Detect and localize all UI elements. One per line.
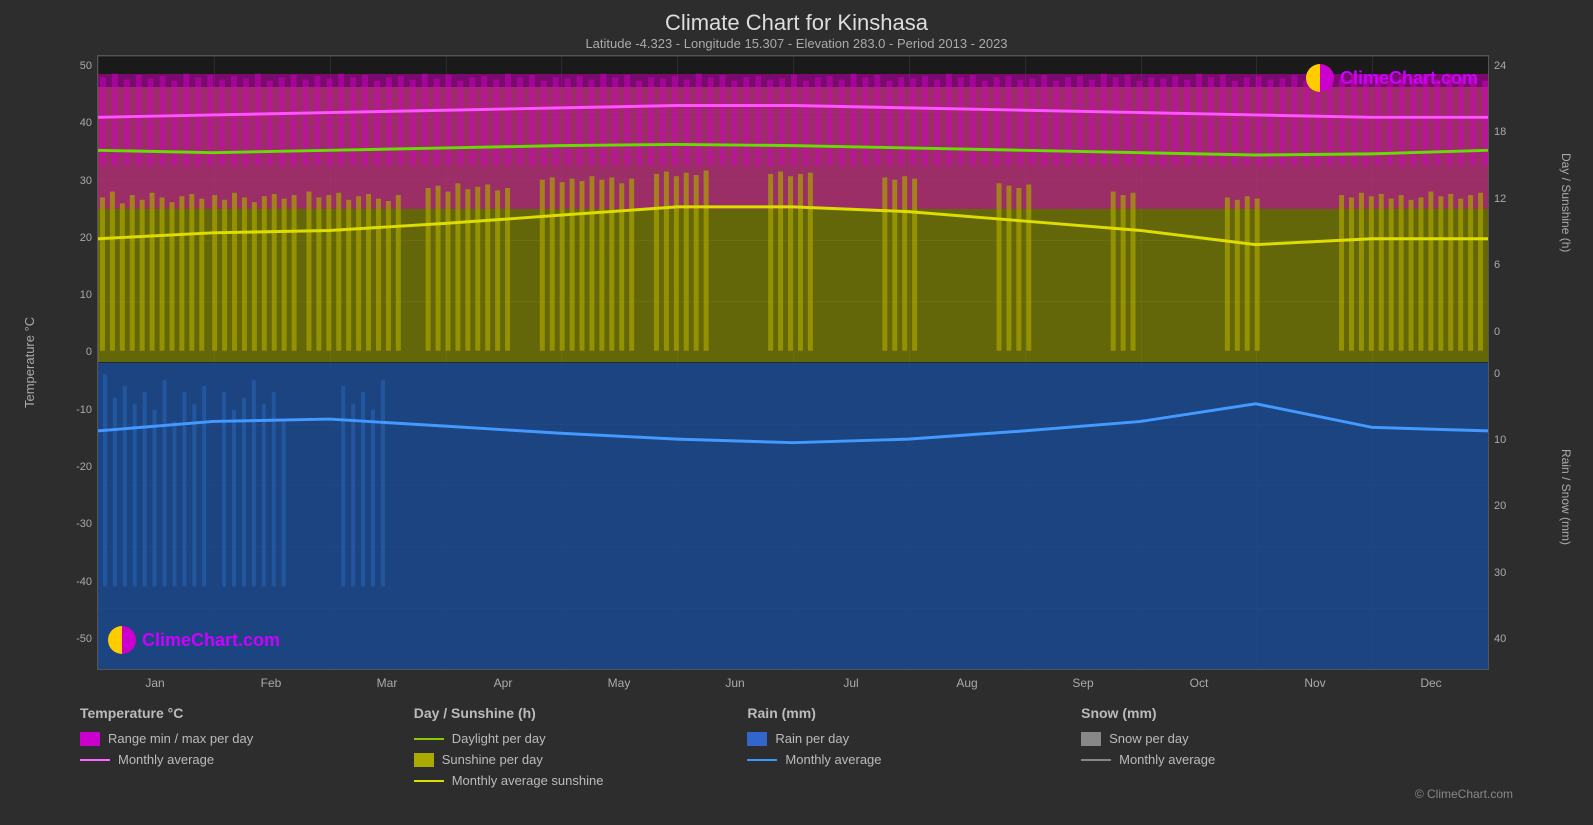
legend-sunshine-avg: Monthly average sunshine (414, 773, 728, 788)
legend-temp-range-label: Range min / max per day (108, 731, 253, 746)
daylight-line-swatch (414, 738, 444, 740)
x-label-apr: Apr (445, 676, 561, 690)
legend-sunshine-bar: Sunshine per day (414, 752, 728, 767)
main-container: Climate Chart for Kinshasa Latitude -4.3… (0, 0, 1593, 825)
legend-rain: Rain (mm) Rain per day Monthly average (747, 705, 1061, 805)
snow-avg-swatch (1081, 759, 1111, 761)
legend-snow-bar-label: Snow per day (1109, 731, 1189, 746)
y-axis-right-top: 24 18 12 6 0 (1489, 55, 1559, 363)
right-axis-title-bottom: Rain / Snow (mm) (1559, 350, 1573, 645)
sunshine-avg-swatch (414, 780, 444, 782)
copyright-label: © ClimeChart.com (1415, 787, 1513, 801)
watermark-top: ClimeChart.com (1306, 64, 1478, 92)
chart-subtitle: Latitude -4.323 - Longitude 15.307 - Ele… (20, 36, 1573, 51)
grid-v-12 (1488, 56, 1489, 669)
logo-circle-top (1306, 64, 1334, 92)
legend-sunshine-title: Day / Sunshine (h) (414, 705, 728, 721)
legend-temp-title: Temperature °C (80, 705, 394, 721)
legend-rain-bar-label: Rain per day (775, 731, 849, 746)
chart-title: Climate Chart for Kinshasa (20, 10, 1573, 36)
snow-swatch (1081, 732, 1101, 746)
x-label-jun: Jun (677, 676, 793, 690)
chart-inner: ClimeChart.com ClimeChart.com Jan Feb Ma… (97, 55, 1489, 695)
temp-range-swatch (80, 732, 100, 746)
watermark-bottom: ClimeChart.com (108, 626, 280, 654)
title-section: Climate Chart for Kinshasa Latitude -4.3… (20, 10, 1573, 51)
left-axis-title: Temperature °C (20, 55, 37, 670)
y-axis-right-bottom: 0 10 20 30 40 (1489, 363, 1559, 671)
legend-temperature: Temperature °C Range min / max per day M… (80, 705, 394, 805)
x-label-may: May (561, 676, 677, 690)
rain-bars (103, 374, 385, 586)
legend-temp-avg-label: Monthly average (118, 752, 214, 767)
legend-temp-range: Range min / max per day (80, 731, 394, 746)
plot-area: ClimeChart.com ClimeChart.com (97, 55, 1489, 670)
watermark-bottom-text: ClimeChart.com (142, 630, 280, 651)
x-label-jul: Jul (793, 676, 909, 690)
grid-h-10 (98, 669, 1488, 670)
legend-rain-title: Rain (mm) (747, 705, 1061, 721)
watermark-top-text: ClimeChart.com (1340, 68, 1478, 89)
rain-swatch (747, 732, 767, 746)
legend-daylight-label: Daylight per day (452, 731, 546, 746)
x-label-dec: Dec (1373, 676, 1489, 690)
legend-snow-title: Snow (mm) (1081, 705, 1395, 721)
x-label-jan: Jan (97, 676, 213, 690)
legend-snow: Snow (mm) Snow per day Monthly average (1081, 705, 1395, 805)
legend-snow-avg-label: Monthly average (1119, 752, 1215, 767)
legend-sunshine: Day / Sunshine (h) Daylight per day Suns… (414, 705, 728, 805)
legend-section: Temperature °C Range min / max per day M… (20, 695, 1573, 815)
legend-rain-avg-label: Monthly average (785, 752, 881, 767)
right-axis-title-top: Day / Sunshine (h) (1559, 55, 1573, 350)
legend-daylight: Daylight per day (414, 731, 728, 746)
chart-area: Temperature °C 50 40 30 20 10 0 -10 -20 … (20, 55, 1573, 695)
sunshine-bars (100, 170, 1483, 350)
legend-snow-avg: Monthly average (1081, 752, 1395, 767)
x-label-nov: Nov (1257, 676, 1373, 690)
y-axis-left: 50 40 30 20 10 0 -10 -20 -30 -40 -50 (37, 55, 97, 670)
x-label-aug: Aug (909, 676, 1025, 690)
logo-circle-bottom (108, 626, 136, 654)
x-label-mar: Mar (329, 676, 445, 690)
temp-avg-line-swatch (80, 759, 110, 761)
legend-rain-avg: Monthly average (747, 752, 1061, 767)
chart-svg (98, 56, 1488, 669)
legend-temp-avg: Monthly average (80, 752, 394, 767)
legend-snow-bar: Snow per day (1081, 731, 1395, 746)
sunshine-swatch (414, 753, 434, 767)
rain-avg-swatch (747, 759, 777, 761)
legend-sunshine-avg-label: Monthly average sunshine (452, 773, 604, 788)
x-axis: Jan Feb Mar Apr May Jun Jul Aug Sep Oct … (97, 670, 1489, 695)
legend-rain-bar: Rain per day (747, 731, 1061, 746)
x-label-sep: Sep (1025, 676, 1141, 690)
legend-sunshine-bar-label: Sunshine per day (442, 752, 543, 767)
x-label-feb: Feb (213, 676, 329, 690)
x-label-oct: Oct (1141, 676, 1257, 690)
